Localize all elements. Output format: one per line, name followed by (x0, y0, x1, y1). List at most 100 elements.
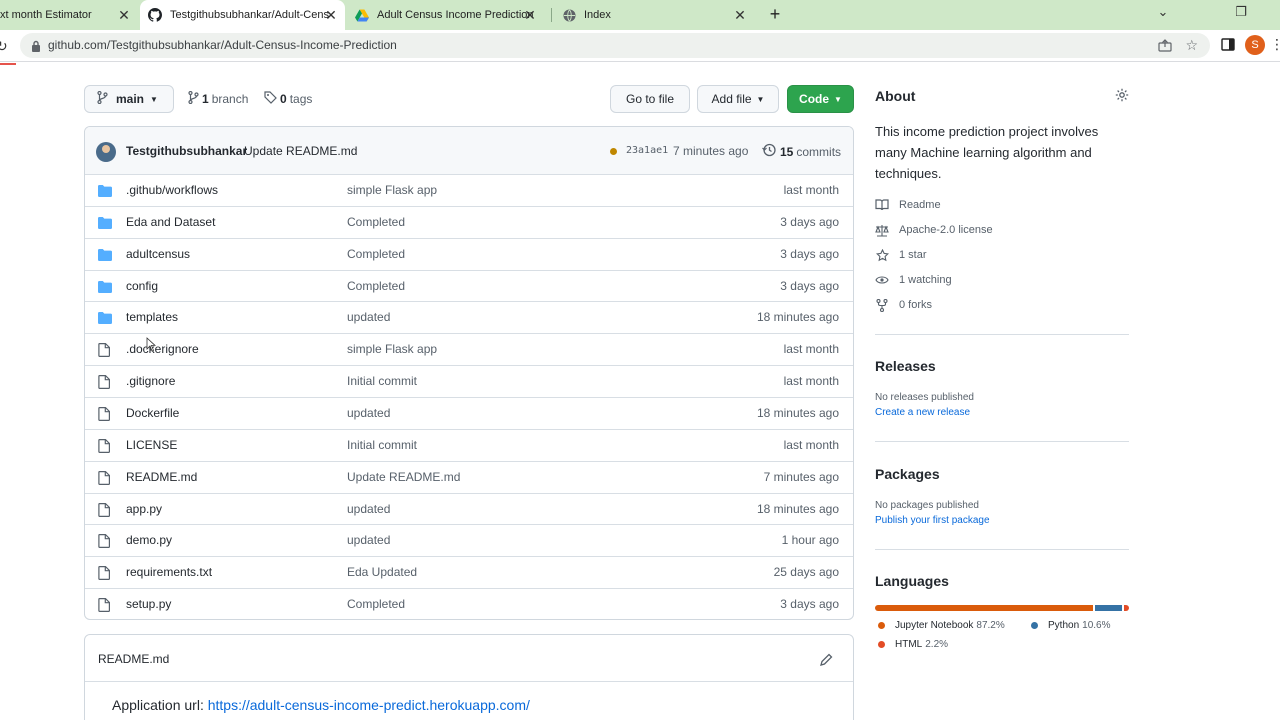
file-commit-message[interactable]: Initial commit (347, 374, 417, 388)
file-name[interactable]: setup.py (126, 597, 171, 611)
profile-avatar[interactable]: S (1245, 35, 1265, 55)
side-panel-icon[interactable] (1221, 38, 1235, 54)
share-icon[interactable] (1158, 39, 1172, 55)
file-row[interactable]: .dockerignore simple Flask app last month (85, 333, 853, 365)
releases-heading[interactable]: Releases (875, 358, 936, 374)
file-commit-message[interactable]: Completed (347, 247, 405, 261)
language-name: Python (1048, 620, 1080, 631)
file-commit-message[interactable]: Completed (347, 597, 405, 611)
browser-tab-github[interactable]: Testgithubsubhankar/Adult-Cens ✕ (140, 0, 345, 30)
file-name[interactable]: adultcensus (126, 247, 190, 261)
bookmark-star-icon[interactable]: ☆ (1185, 37, 1198, 54)
packages-heading[interactable]: Packages (875, 466, 940, 482)
folder-icon (98, 280, 112, 296)
browser-tab-drive[interactable]: Adult Census Income Prediction ✕ (347, 0, 544, 30)
file-name[interactable]: config (126, 279, 158, 293)
reload-icon[interactable]: ↻ (0, 38, 8, 55)
language-jupyter[interactable]: Jupyter Notebook 87.2% (878, 620, 1005, 631)
folder-icon (98, 184, 112, 200)
history-icon (762, 143, 776, 160)
commit-author[interactable]: Testgithubsubhankar (126, 144, 247, 158)
file-commit-message[interactable]: updated (347, 533, 390, 547)
address-bar[interactable]: github.com/Testgithubsubhankar/Adult-Cen… (20, 33, 1210, 58)
tab-title: Adult Census Income Prediction (377, 9, 534, 21)
file-row[interactable]: setup.py Completed 3 days ago (85, 588, 853, 619)
file-row[interactable]: .gitignore Initial commit last month (85, 365, 853, 397)
stars-link[interactable]: 1 star (875, 248, 927, 262)
file-name[interactable]: requirements.txt (126, 565, 212, 579)
browser-tab-estimator[interactable]: xt month Estimator ✕ (0, 0, 138, 30)
file-name[interactable]: Eda and Dataset (126, 215, 215, 229)
file-commit-message[interactable]: simple Flask app (347, 183, 437, 197)
branch-select-button[interactable]: main ▼ (84, 85, 174, 113)
add-file-button[interactable]: Add file ▼ (697, 85, 779, 113)
file-name[interactable]: .github/workflows (126, 183, 218, 197)
license-link[interactable]: Apache-2.0 license (875, 223, 993, 237)
file-row[interactable]: adultcensus Completed 3 days ago (85, 237, 853, 270)
file-row[interactable]: app.py updated 18 minutes ago (85, 492, 853, 525)
file-commit-message[interactable]: updated (347, 310, 390, 324)
file-commit-message[interactable]: Eda Updated (347, 565, 417, 579)
forks-link[interactable]: 0 forks (875, 298, 932, 312)
url-text[interactable]: github.com/Testgithubsubhankar/Adult-Cen… (48, 38, 397, 52)
language-color-dot (1031, 622, 1038, 629)
file-name[interactable]: .gitignore (126, 374, 175, 388)
go-to-file-button[interactable]: Go to file (610, 85, 690, 113)
watchers-link[interactable]: 1 watching (875, 273, 952, 287)
close-icon[interactable]: ✕ (116, 7, 132, 23)
avatar[interactable] (96, 142, 116, 162)
file-name[interactable]: .dockerignore (126, 342, 199, 356)
file-row[interactable]: templates updated 18 minutes ago (85, 301, 853, 333)
tags-link[interactable]: 0 tags (264, 91, 312, 107)
file-name[interactable]: LICENSE (126, 438, 177, 452)
file-commit-message[interactable]: updated (347, 406, 390, 420)
publish-package-link[interactable]: Publish your first package (875, 515, 990, 526)
pencil-icon[interactable] (820, 653, 833, 669)
tab-title: Testgithubsubhankar/Adult-Cens (170, 9, 329, 21)
close-icon[interactable]: ✕ (732, 7, 748, 23)
close-icon[interactable]: ✕ (323, 7, 339, 23)
language-html[interactable]: HTML 2.2% (878, 639, 948, 650)
file-commit-message[interactable]: simple Flask app (347, 342, 437, 356)
code-button[interactable]: Code ▼ (787, 85, 854, 113)
branches-link[interactable]: 1 branch (188, 90, 248, 107)
file-commit-message[interactable]: Completed (347, 215, 405, 229)
create-release-link[interactable]: Create a new release (875, 407, 970, 418)
file-commit-message[interactable]: Initial commit (347, 438, 417, 452)
file-row[interactable]: requirements.txt Eda Updated 25 days ago (85, 556, 853, 588)
close-icon[interactable]: ✕ (522, 7, 538, 23)
commit-message[interactable]: Update README.md (244, 144, 357, 158)
readme-link[interactable]: Readme (875, 198, 941, 212)
file-row[interactable]: config Completed 3 days ago (85, 269, 853, 302)
new-tab-plus-icon[interactable]: + (765, 4, 785, 24)
file-commit-message[interactable]: Completed (347, 279, 405, 293)
readme-title[interactable]: README.md (98, 652, 169, 666)
browser-tab-index[interactable]: Index ✕ (554, 0, 754, 30)
add-file-label: Add file (711, 92, 752, 106)
file-row[interactable]: README.md Update README.md 7 minutes ago (85, 460, 853, 493)
commits-history-link[interactable]: 15 commits (762, 143, 841, 160)
file-row[interactable]: Eda and Dataset Completed 3 days ago (85, 205, 853, 238)
chevron-down-icon[interactable]: ⌄ (1153, 4, 1173, 20)
app-url-link[interactable]: https://adult-census-income-predict.hero… (208, 697, 530, 713)
about-description: This income prediction project involves … (875, 124, 1099, 181)
file-name[interactable]: templates (126, 310, 178, 324)
loading-indicator (0, 63, 16, 65)
kebab-menu-icon[interactable]: ⋮ (1270, 36, 1280, 53)
file-row[interactable]: demo.py updated 1 hour ago (85, 524, 853, 556)
commit-status-dot[interactable] (610, 148, 617, 155)
file-name[interactable]: app.py (126, 502, 162, 516)
file-row[interactable]: LICENSE Initial commit last month (85, 428, 853, 461)
gear-icon[interactable] (1115, 88, 1129, 105)
file-name[interactable]: README.md (126, 470, 197, 484)
file-name[interactable]: Dockerfile (126, 406, 179, 420)
file-commit-message[interactable]: updated (347, 502, 390, 516)
file-row[interactable]: Dockerfile updated 18 minutes ago (85, 396, 853, 429)
language-python[interactable]: Python 10.6% (1031, 620, 1111, 631)
commit-sha[interactable]: 23a1ae1 (626, 145, 668, 156)
file-name[interactable]: demo.py (126, 533, 172, 547)
lock-icon[interactable] (31, 39, 41, 55)
file-row[interactable]: .github/workflows simple Flask app last mo… (85, 174, 853, 206)
restore-window-icon[interactable]: ❐ (1231, 4, 1251, 20)
file-commit-message[interactable]: Update README.md (347, 470, 460, 484)
